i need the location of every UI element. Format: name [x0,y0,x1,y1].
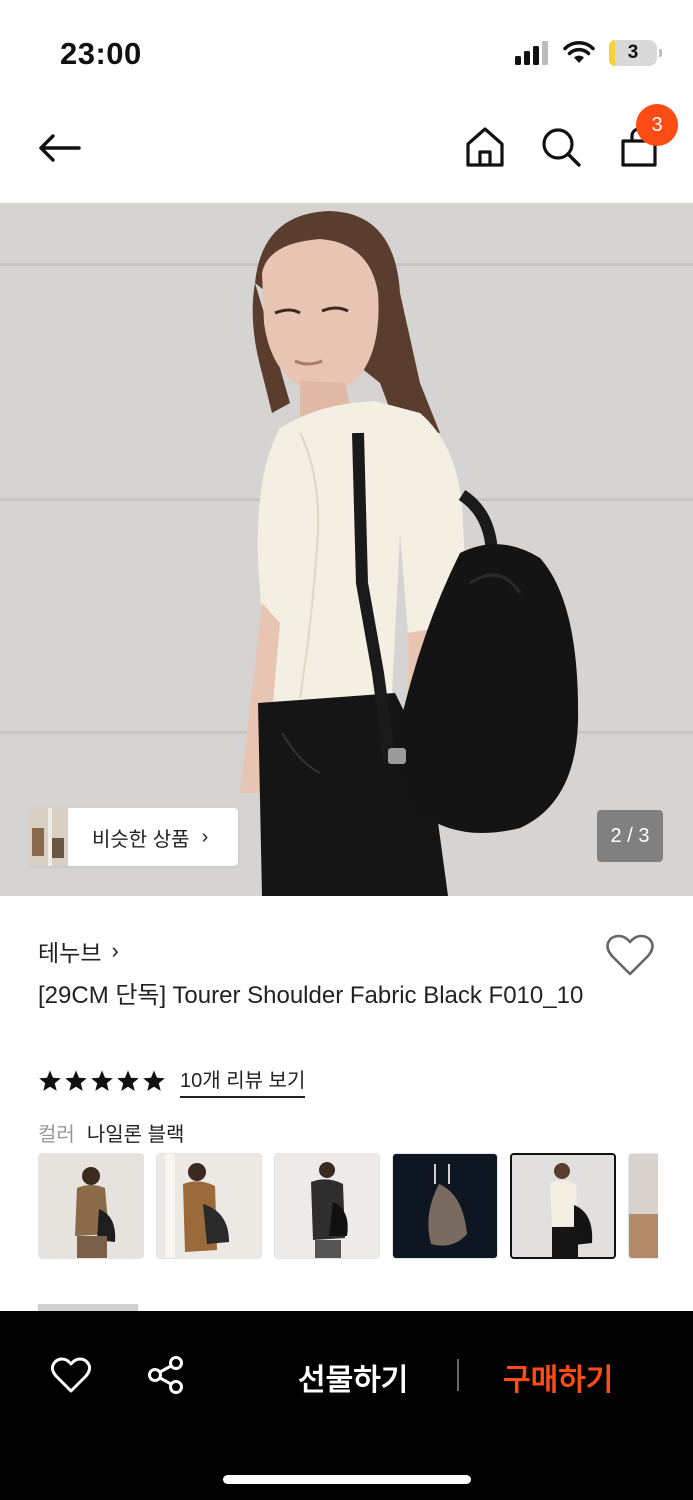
action-divider [457,1359,459,1391]
star-rating [38,1069,166,1093]
buy-button[interactable]: 구매하기 [503,1355,613,1399]
selected-color-value: 나일론 블랙 [86,1124,185,1146]
brand-link[interactable]: 테누브 › [38,934,119,968]
color-option-row: 컬러 나일론 블랙 [38,1118,184,1147]
color-swatch-1[interactable] [38,1153,144,1259]
review-link[interactable]: 10개 리뷰 보기 [180,1064,306,1098]
status-indicators: 3 [515,40,662,66]
color-swatch-list [38,1153,658,1259]
color-label: 컬러 [38,1124,75,1146]
bottom-action-bar: 선물하기 구매하기 [0,1311,693,1500]
cart-count-badge: 3 [636,104,678,146]
similar-products-button[interactable]: 비슷한 상품 › [30,808,238,866]
star-icon [117,1070,139,1091]
color-swatch-3[interactable] [274,1153,380,1259]
color-swatch-4[interactable] [392,1153,498,1259]
search-icon [542,128,581,167]
chevron-right-icon: › [111,938,119,963]
product-title: [29CM 단독] Tourer Shoulder Fabric Black F… [38,982,584,1009]
share-button[interactable] [146,1355,186,1395]
similar-products-label: 비슷한 상품 [92,828,190,851]
image-page-indicator: 2 / 3 [597,810,663,862]
home-button[interactable] [462,124,508,170]
brand-name: 테누브 [38,940,102,966]
similar-product-thumbnail [30,808,68,866]
home-indicator [223,1475,471,1484]
top-nav-bar [0,100,693,203]
wifi-icon [563,41,595,63]
status-time: 23:00 [60,36,142,71]
rating-row: 10개 리뷰 보기 [38,1064,306,1098]
share-icon [148,1356,183,1394]
color-swatch-6[interactable] [628,1153,658,1259]
color-swatch-2[interactable] [156,1153,262,1259]
wishlist-button[interactable] [604,932,656,978]
arrow-left-icon [39,134,81,162]
star-icon [91,1070,113,1091]
gift-button[interactable]: 선물하기 [298,1355,408,1399]
battery-icon: 3 [609,40,662,66]
back-button[interactable] [34,126,84,170]
chevron-right-icon: › [201,825,209,848]
search-button[interactable] [538,124,584,170]
cellular-signal-icon [515,41,548,65]
product-image[interactable]: 비슷한 상품 › 2 / 3 [0,203,693,896]
star-icon [143,1070,165,1091]
status-bar: 23:00 3 [0,0,693,100]
heart-outline-icon [606,934,654,976]
product-photo [0,203,693,896]
star-icon [65,1070,87,1091]
heart-outline-icon [50,1357,92,1393]
color-swatch-5-selected[interactable] [510,1153,616,1259]
home-icon [466,127,504,167]
star-icon [39,1070,61,1091]
next-section-peek [38,1300,148,1311]
bottom-wishlist-button[interactable] [50,1355,92,1395]
